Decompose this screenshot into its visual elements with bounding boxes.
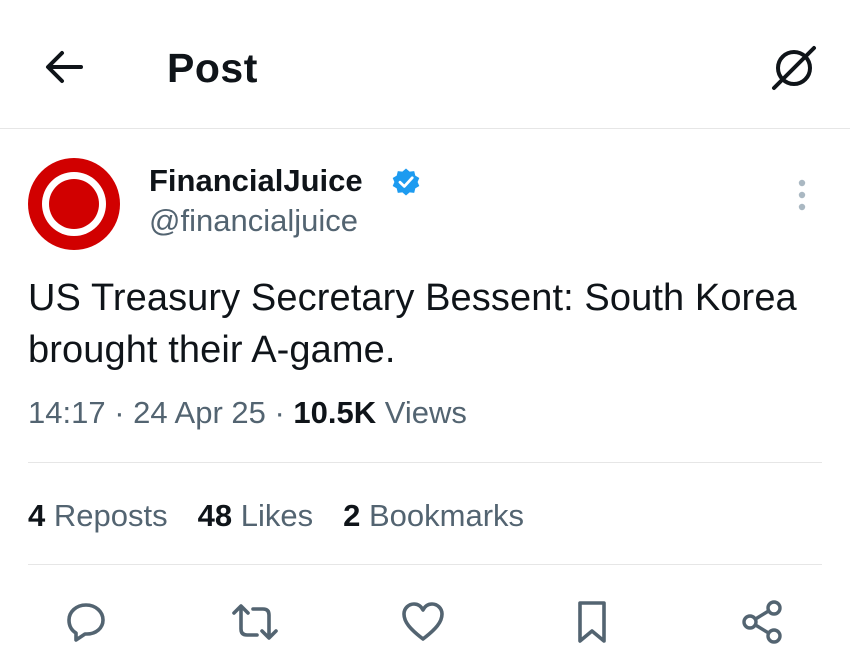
post-time[interactable]: 14:17 [28, 395, 106, 430]
financialjuice-logo [28, 158, 120, 250]
reply-button[interactable] [59, 595, 113, 649]
meta-separator: · [114, 395, 134, 430]
bookmark-button[interactable] [565, 595, 619, 649]
reposts-count: 4 [28, 498, 46, 533]
likes-count: 48 [197, 498, 233, 533]
post-metadata: 14:17 · 24 Apr 25 · 10.5K Views [28, 393, 467, 433]
back-button[interactable] [36, 42, 92, 92]
bookmark-icon [578, 601, 606, 643]
meta-divider [28, 462, 822, 463]
views-count: 10.5K [293, 395, 377, 430]
avatar[interactable] [28, 158, 120, 250]
engagement-stats: 4 Reposts 48 Likes 2 Bookmarks [28, 496, 524, 536]
meta-separator: · [274, 395, 294, 430]
share-icon [742, 600, 782, 644]
repost-icon [232, 604, 278, 640]
author-display-name[interactable]: FinancialJuice [149, 163, 363, 199]
post-date[interactable]: 24 Apr 25 [133, 395, 266, 430]
header-divider [0, 128, 850, 129]
author-handle[interactable]: @financialjuice [149, 203, 358, 239]
likes-label: Likes [240, 498, 314, 533]
verified-badge-icon [391, 167, 421, 197]
more-options-button[interactable] [786, 176, 818, 214]
more-vertical-icon [798, 179, 806, 211]
likes-stat[interactable]: 48 Likes [198, 496, 313, 536]
heart-icon [402, 602, 444, 641]
like-button[interactable] [396, 595, 450, 649]
bookmarks-label: Bookmarks [368, 498, 525, 533]
bookmarks-stat[interactable]: 2 Bookmarks [343, 496, 524, 536]
top-bar: Post [0, 0, 850, 128]
reposts-label: Reposts [53, 498, 168, 533]
grok-button[interactable] [764, 38, 824, 98]
bookmarks-count: 2 [343, 498, 361, 533]
stats-divider [28, 564, 822, 565]
share-button[interactable] [735, 595, 789, 649]
reposts-stat[interactable]: 4 Reposts [28, 496, 168, 536]
repost-button[interactable] [228, 595, 282, 649]
views-label: Views [384, 395, 467, 430]
grok-icon [772, 46, 816, 90]
reply-icon [67, 603, 105, 642]
page-title: Post [167, 45, 258, 91]
post-text: US Treasury Secretary Bessent: South Kor… [28, 277, 797, 371]
arrow-left-icon [46, 51, 83, 83]
